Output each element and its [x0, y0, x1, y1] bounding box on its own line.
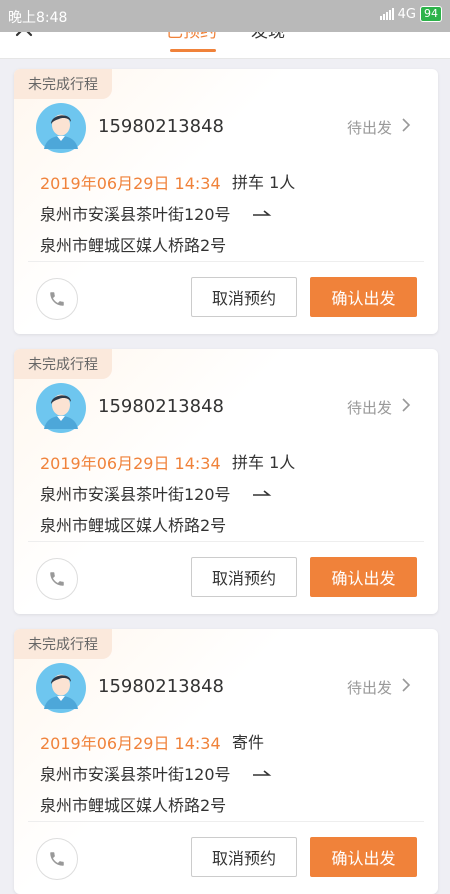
battery-level: 94	[424, 7, 438, 20]
avatar-icon	[36, 103, 86, 153]
passenger-phone: 15980213848	[98, 116, 224, 137]
trip-card[interactable]: 未完成行程 15980213848 待出发 2019年06月29日 14:34 …	[14, 69, 438, 334]
trip-datetime: 2019年06月29日 14:34	[40, 454, 221, 473]
arrow-right-icon	[253, 490, 272, 496]
origin-address: 泉州市安溪县茶叶街120号	[40, 205, 231, 224]
trip-status[interactable]: 待出发	[347, 677, 392, 698]
divider	[28, 541, 424, 542]
call-button[interactable]	[36, 558, 78, 600]
destination-address: 泉州市鲤城区媒人桥路2号	[40, 796, 227, 815]
ride-type: 拼车 1人	[232, 453, 296, 472]
trip-status-badge: 未完成行程	[14, 349, 112, 379]
origin-address: 泉州市安溪县茶叶街120号	[40, 765, 231, 784]
arrow-right-icon	[253, 210, 272, 216]
status-bar: 晚上8:48 4G 94	[0, 0, 450, 32]
trip-datetime: 2019年06月29日 14:34	[40, 734, 221, 753]
arrow-right-icon	[253, 770, 272, 776]
passenger-phone: 15980213848	[98, 676, 224, 697]
trip-status-badge: 未完成行程	[14, 69, 112, 99]
divider	[28, 261, 424, 262]
confirm-departure-button[interactable]: 确认出发	[310, 557, 417, 597]
passenger-phone: 15980213848	[98, 396, 224, 417]
avatar-icon	[36, 663, 86, 713]
trip-status-badge: 未完成行程	[14, 629, 112, 659]
phone-icon	[50, 572, 64, 586]
confirm-departure-button[interactable]: 确认出发	[310, 277, 417, 317]
signal-icon	[379, 8, 394, 20]
divider	[28, 821, 424, 822]
battery-icon: 94	[420, 6, 442, 22]
trip-card[interactable]: 未完成行程 15980213848 待出发 2019年06月29日 14:34 …	[14, 349, 438, 614]
phone-icon	[50, 292, 64, 306]
destination-address: 泉州市鲤城区媒人桥路2号	[40, 236, 227, 255]
cancel-booking-button[interactable]: 取消预约	[191, 277, 297, 317]
chevron-right-icon[interactable]	[400, 117, 412, 133]
trip-status[interactable]: 待出发	[347, 397, 392, 418]
trip-status[interactable]: 待出发	[347, 117, 392, 138]
network-type: 4G	[397, 6, 416, 22]
call-button[interactable]	[36, 838, 78, 880]
active-tab-indicator	[170, 49, 216, 52]
status-time: 晚上8:48	[8, 10, 68, 26]
confirm-departure-button[interactable]: 确认出发	[310, 837, 417, 877]
avatar-icon	[36, 383, 86, 433]
trip-card[interactable]: 未完成行程 15980213848 待出发 2019年06月29日 14:34 …	[14, 629, 438, 894]
chevron-right-icon[interactable]	[400, 677, 412, 693]
chevron-right-icon[interactable]	[400, 397, 412, 413]
ride-type: 拼车 1人	[232, 173, 296, 192]
trip-datetime: 2019年06月29日 14:34	[40, 174, 221, 193]
cancel-booking-button[interactable]: 取消预约	[191, 557, 297, 597]
ride-type: 寄件	[232, 733, 265, 752]
origin-address: 泉州市安溪县茶叶街120号	[40, 485, 231, 504]
phone-icon	[50, 852, 64, 866]
destination-address: 泉州市鲤城区媒人桥路2号	[40, 516, 227, 535]
call-button[interactable]	[36, 278, 78, 320]
cancel-booking-button[interactable]: 取消预约	[191, 837, 297, 877]
